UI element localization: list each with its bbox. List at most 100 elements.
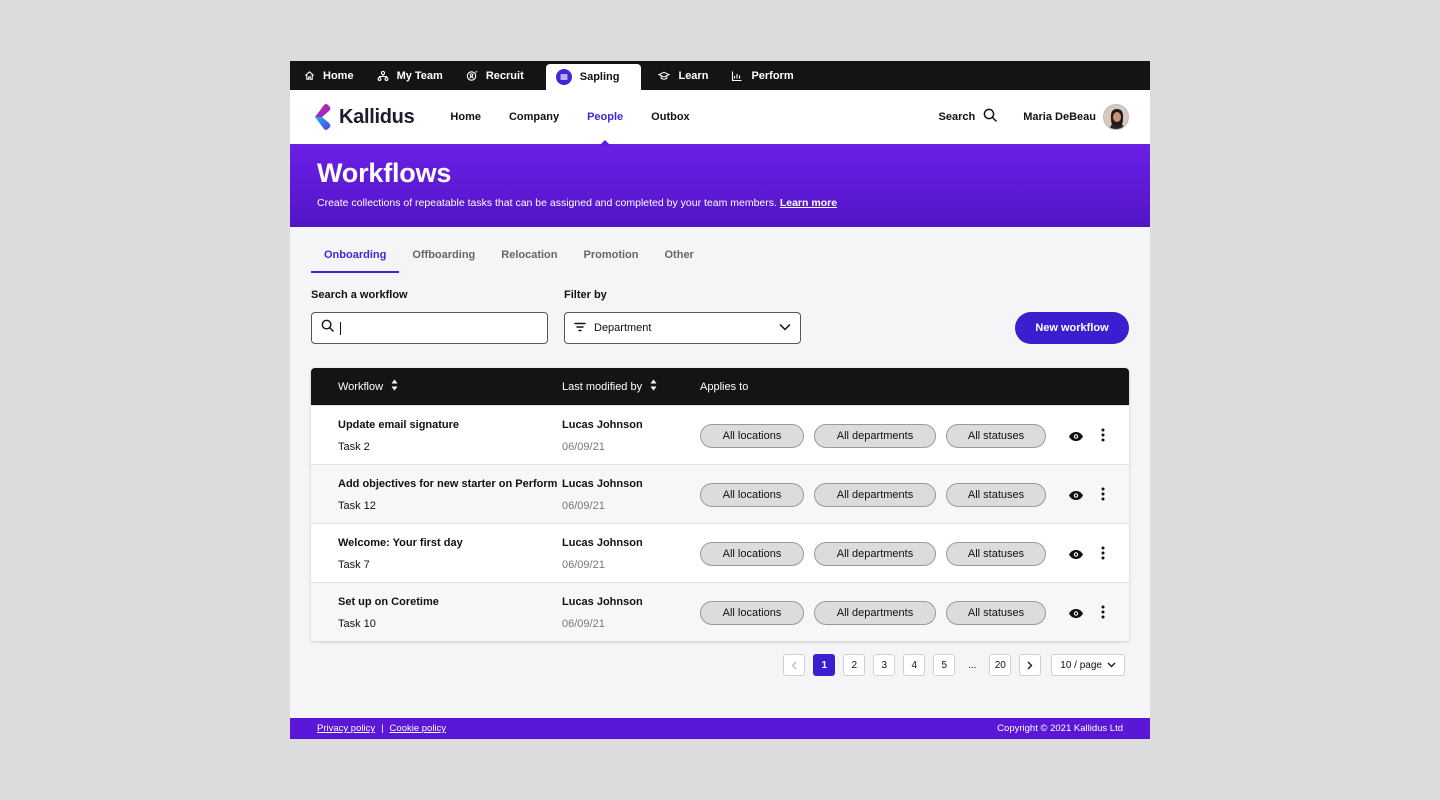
app-tab-label: Sapling bbox=[579, 71, 620, 83]
next-page-button[interactable] bbox=[1019, 654, 1042, 676]
applies-departments-tag: All departments bbox=[814, 424, 936, 448]
pagination: 1 2 3 4 5 ... 20 10 / page bbox=[783, 654, 1125, 676]
nav-item-people[interactable]: People bbox=[587, 111, 624, 146]
chevron-right-icon bbox=[1027, 661, 1033, 669]
nav-item-home[interactable]: Home bbox=[450, 111, 481, 123]
app-tab-label: Perform bbox=[751, 69, 794, 82]
learn-more-link[interactable]: Learn more bbox=[780, 197, 837, 209]
workflow-task-count: Task 2 bbox=[338, 441, 370, 453]
app-switcher-bar: Home My Team Recruit Sapling Learn Perfo… bbox=[290, 61, 1150, 90]
tab-offboarding[interactable]: Offboarding bbox=[399, 248, 488, 273]
page-hero: Workflows Create collections of repeatab… bbox=[290, 144, 1150, 227]
nav-item-company[interactable]: Company bbox=[509, 111, 559, 123]
brand-name: Kallidus bbox=[339, 105, 415, 128]
column-header-label: Last modified by bbox=[562, 380, 643, 393]
app-tab-learn[interactable]: Learn bbox=[655, 61, 722, 90]
applies-departments-tag: All departments bbox=[814, 542, 936, 566]
header-search-label[interactable]: Search bbox=[939, 111, 976, 123]
search-workflow-label: Search a workflow bbox=[311, 289, 408, 301]
chevron-down-icon bbox=[1107, 662, 1116, 668]
table-row[interactable]: Add objectives for new starter on Perfor… bbox=[311, 464, 1129, 523]
applies-statuses-tag: All statuses bbox=[946, 601, 1046, 625]
modified-by-user: Lucas Johnson bbox=[562, 537, 643, 549]
modified-date: 06/09/21 bbox=[562, 441, 605, 453]
page-button[interactable]: 5 bbox=[933, 654, 956, 676]
avatar[interactable] bbox=[1103, 104, 1129, 130]
filter-select[interactable]: Department bbox=[564, 312, 801, 344]
search-icon bbox=[321, 319, 334, 337]
header-actions: Search Maria DeBeau bbox=[939, 104, 1129, 130]
kallidus-logo[interactable]: Kallidus bbox=[311, 103, 415, 131]
app-window: Home My Team Recruit Sapling Learn Perfo… bbox=[290, 61, 1150, 739]
nav-item-label: People bbox=[587, 111, 624, 123]
more-options-icon[interactable] bbox=[1101, 487, 1105, 506]
avatar-image bbox=[1104, 105, 1128, 129]
nav-item-outbox[interactable]: Outbox bbox=[651, 111, 690, 123]
filter-bar: Search a workflow Filter by Department N… bbox=[290, 273, 1150, 353]
page-button-last[interactable]: 20 bbox=[989, 654, 1012, 676]
app-tab-recruit[interactable]: Recruit bbox=[463, 61, 538, 90]
more-options-icon[interactable] bbox=[1101, 428, 1105, 447]
home-icon bbox=[303, 70, 315, 82]
pagination-ellipsis: ... bbox=[968, 659, 977, 671]
table-row[interactable]: Set up on Coretime Task 10 Lucas Johnson… bbox=[311, 582, 1129, 641]
page-button[interactable]: 3 bbox=[873, 654, 896, 676]
table-row[interactable]: Update email signature Task 2 Lucas John… bbox=[311, 405, 1129, 464]
workflow-title[interactable]: Update email signature bbox=[338, 419, 459, 431]
workflow-title[interactable]: Set up on Coretime bbox=[338, 596, 439, 608]
active-nav-indicator bbox=[599, 140, 612, 146]
tab-other[interactable]: Other bbox=[652, 248, 707, 273]
search-icon[interactable] bbox=[983, 108, 997, 127]
prev-page-button[interactable] bbox=[783, 654, 806, 676]
tab-onboarding[interactable]: Onboarding bbox=[311, 248, 400, 273]
table-row[interactable]: Welcome: Your first day Task 7 Lucas Joh… bbox=[311, 523, 1129, 582]
applies-statuses-tag: All statuses bbox=[946, 424, 1046, 448]
filter-by-label: Filter by bbox=[564, 289, 607, 301]
eye-icon[interactable] bbox=[1068, 429, 1084, 447]
search-input[interactable] bbox=[311, 312, 548, 344]
app-tab-home[interactable]: Home bbox=[300, 61, 368, 90]
user-name[interactable]: Maria DeBeau bbox=[1023, 111, 1096, 123]
filter-icon bbox=[574, 322, 586, 335]
page-button[interactable]: 1 bbox=[813, 654, 836, 676]
app-tab-my-team[interactable]: My Team bbox=[374, 61, 457, 90]
page-button[interactable]: 2 bbox=[843, 654, 866, 676]
workflow-title[interactable]: Add objectives for new starter on Perfor… bbox=[338, 478, 557, 490]
sort-icon[interactable] bbox=[391, 379, 398, 394]
kallidus-logo-icon bbox=[315, 104, 331, 130]
tab-relocation[interactable]: Relocation bbox=[488, 248, 570, 273]
column-header-workflow[interactable]: Workflow bbox=[338, 379, 398, 394]
workflow-title[interactable]: Welcome: Your first day bbox=[338, 537, 463, 549]
page-size-value: 10 / page bbox=[1060, 659, 1102, 671]
page-size-select[interactable]: 10 / page bbox=[1051, 654, 1125, 676]
table-header: Workflow Last modified by Applies to bbox=[311, 368, 1129, 405]
more-options-icon[interactable] bbox=[1101, 546, 1105, 565]
tab-promotion[interactable]: Promotion bbox=[571, 248, 652, 273]
cookie-policy-link[interactable]: Cookie policy bbox=[390, 723, 447, 734]
column-header-last-modified[interactable]: Last modified by bbox=[562, 379, 657, 394]
footer-separator: | bbox=[381, 723, 384, 734]
main-header: Kallidus Home Company People Outbox Sear… bbox=[290, 90, 1150, 146]
app-tab-sapling[interactable]: Sapling bbox=[545, 64, 642, 90]
page-button[interactable]: 4 bbox=[903, 654, 926, 676]
filter-select-value: Department bbox=[594, 322, 652, 334]
app-tab-label: Home bbox=[323, 69, 354, 82]
app-tab-perform[interactable]: Perform bbox=[728, 61, 807, 90]
privacy-policy-link[interactable]: Privacy policy bbox=[317, 723, 375, 734]
eye-icon[interactable] bbox=[1068, 488, 1084, 506]
workflow-task-count: Task 10 bbox=[338, 618, 376, 630]
workflow-table: Workflow Last modified by Applies to Upd… bbox=[311, 368, 1129, 641]
text-cursor bbox=[340, 321, 341, 335]
sort-icon[interactable] bbox=[650, 379, 657, 394]
applies-departments-tag: All departments bbox=[814, 601, 936, 625]
app-tab-label: My Team bbox=[396, 69, 443, 82]
learn-icon bbox=[658, 70, 671, 82]
new-workflow-button[interactable]: New workflow bbox=[1015, 312, 1129, 344]
eye-icon[interactable] bbox=[1068, 547, 1084, 565]
column-header-applies-to: Applies to bbox=[700, 381, 748, 393]
more-options-icon[interactable] bbox=[1101, 605, 1105, 624]
modified-date: 06/09/21 bbox=[562, 559, 605, 571]
eye-icon[interactable] bbox=[1068, 606, 1084, 624]
applies-locations-tag: All locations bbox=[700, 483, 804, 507]
page-footer: Privacy policy | Cookie policy Copyright… bbox=[290, 718, 1150, 739]
